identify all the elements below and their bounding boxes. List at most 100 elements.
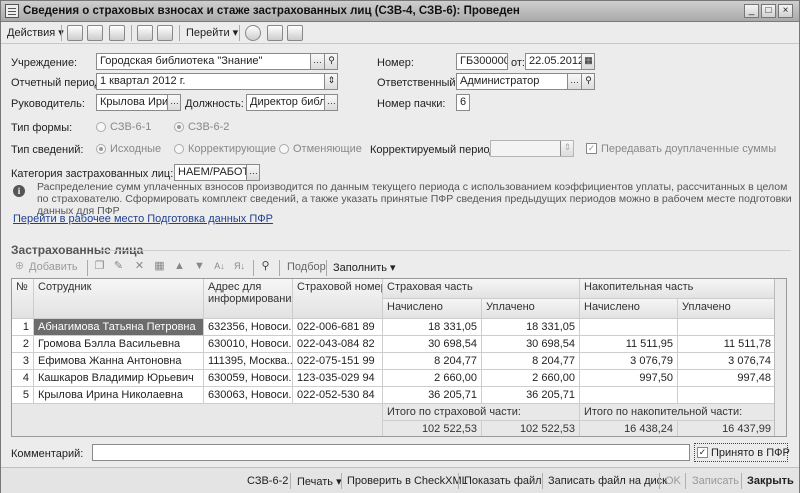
category-value: НАЕМ/РАБОТІ bbox=[178, 166, 253, 178]
row-sav-paid: 997,48 bbox=[678, 370, 776, 387]
toolbar-separator bbox=[326, 260, 327, 276]
ellipsis-icon[interactable]: … bbox=[310, 54, 324, 69]
calendar-icon[interactable]: ▦ bbox=[581, 54, 594, 69]
post-icon[interactable] bbox=[137, 25, 153, 41]
info-type-radio-3[interactable] bbox=[279, 144, 289, 154]
pack-field[interactable]: 6 bbox=[456, 94, 470, 111]
row-sav-paid: 3 076,74 bbox=[678, 353, 776, 370]
maximize-button[interactable]: □ bbox=[761, 4, 776, 18]
sort-asc-icon[interactable]: A↓ bbox=[213, 260, 226, 273]
head-label: Руководитель: bbox=[11, 98, 85, 110]
check-xml-button[interactable]: Проверить в CheckXML bbox=[347, 475, 468, 487]
row-address: 630010, Новоси... bbox=[204, 336, 293, 353]
select-icon[interactable]: ⚲ bbox=[259, 260, 272, 273]
edit-icon[interactable]: ✎ bbox=[112, 260, 125, 273]
ellipsis-icon[interactable]: … bbox=[324, 95, 337, 110]
close-button[interactable]: Закрыть bbox=[747, 475, 794, 487]
ok-button[interactable]: OK bbox=[665, 475, 681, 487]
close-window-button[interactable]: × bbox=[778, 4, 793, 18]
ellipsis-icon[interactable]: … bbox=[167, 95, 180, 110]
col-ins-accrued-header[interactable]: Начислено bbox=[383, 299, 482, 319]
row-ins-paid: 30 698,54 bbox=[482, 336, 580, 353]
save-close-icon[interactable] bbox=[67, 25, 83, 41]
period-field[interactable]: 1 квартал 2012 г. ⇕ bbox=[96, 73, 338, 90]
row-insurance-number: 022-043-084 82 bbox=[293, 336, 383, 353]
form-type-radio-2[interactable] bbox=[174, 122, 184, 132]
row-no: 1 bbox=[12, 319, 34, 336]
bottom-bar: СЗВ-6-2 Печать ▾ Проверить в CheckXML По… bbox=[1, 467, 799, 493]
col-ins-paid-header[interactable]: Уплачено bbox=[482, 299, 580, 319]
col-sav-accrued-header[interactable]: Начислено bbox=[580, 299, 678, 319]
table-icon[interactable]: ▦ bbox=[153, 260, 166, 273]
list-icon[interactable] bbox=[287, 25, 303, 41]
institution-field[interactable]: Городская библиотека "Знание" … ⚲ bbox=[96, 53, 338, 70]
form-type-radio-1[interactable] bbox=[96, 122, 106, 132]
row-no: 3 bbox=[12, 353, 34, 370]
section-divider bbox=[101, 250, 791, 251]
category-field[interactable]: НАЕМ/РАБОТІ … bbox=[174, 164, 260, 181]
col-insurance-number-header[interactable]: Страховой номер bbox=[293, 279, 383, 319]
category-label: Категория застрахованных лиц: bbox=[11, 168, 174, 180]
show-file-button[interactable]: Показать файл bbox=[464, 475, 542, 487]
fill-menu[interactable]: Заполнить ▾ bbox=[333, 261, 396, 274]
write-file-button[interactable]: Записать файл на диск bbox=[548, 475, 667, 487]
col-insurance-part-header[interactable]: Страховая часть bbox=[383, 279, 580, 299]
row-no: 5 bbox=[12, 387, 34, 404]
number-field[interactable]: ГБ300000 bbox=[456, 53, 508, 70]
sav-totals-label: Итого по накопительной части: bbox=[580, 404, 776, 421]
number-label: Номер: bbox=[377, 57, 414, 69]
save-icon[interactable] bbox=[87, 25, 103, 41]
totals-spacer bbox=[12, 404, 383, 436]
workplace-link[interactable]: Перейти в рабочее место Подготовка данны… bbox=[13, 213, 273, 225]
spin-icon[interactable]: ⇕ bbox=[560, 141, 573, 156]
minimize-button[interactable]: _ bbox=[744, 4, 759, 18]
corr-period-label: Корректируемый период: bbox=[370, 144, 499, 156]
table-toolbar: ⊕ Добавить ❐ ✎ ✕ ▦ ▲ ▼ A↓ Я↓ ⚲ Подбор За… bbox=[11, 257, 791, 277]
comment-field[interactable] bbox=[92, 444, 690, 461]
period-label: Отчетный период: bbox=[11, 77, 104, 89]
add-button[interactable]: Добавить bbox=[29, 261, 78, 273]
col-address-header[interactable]: Адрес для информирования bbox=[204, 279, 293, 319]
table-scrollbar[interactable] bbox=[774, 279, 786, 436]
row-employee: Кашкаров Владимир Юрьевич bbox=[34, 370, 204, 387]
info-type-radio-2[interactable] bbox=[174, 144, 184, 154]
extra-sums-checkbox[interactable]: ✓ bbox=[586, 143, 597, 154]
delete-icon[interactable]: ✕ bbox=[133, 260, 146, 273]
row-sav-accrued: 11 511,95 bbox=[580, 336, 678, 353]
add-icon[interactable]: ⊕ bbox=[13, 260, 26, 273]
col-savings-part-header[interactable]: Накопительная часть bbox=[580, 279, 776, 299]
search-icon[interactable]: ⚲ bbox=[581, 74, 594, 89]
help-icon[interactable] bbox=[245, 25, 261, 41]
select-button[interactable]: Подбор bbox=[287, 261, 326, 273]
corr-period-field[interactable]: ⇕ bbox=[490, 140, 574, 157]
move-down-icon[interactable]: ▼ bbox=[193, 260, 206, 273]
insured-persons-table: № Сотрудник Адрес для информирования Стр… bbox=[11, 278, 787, 437]
print-menu[interactable]: Печать ▾ bbox=[297, 475, 342, 488]
col-employee-header[interactable]: Сотрудник bbox=[34, 279, 204, 319]
actions-menu[interactable]: Действия ▾ bbox=[7, 26, 64, 39]
info-type-radio-1[interactable] bbox=[96, 144, 106, 154]
responsible-field[interactable]: Администратор … ⚲ bbox=[456, 73, 595, 90]
spin-icon[interactable]: ⇕ bbox=[324, 74, 337, 89]
document-window: Сведения о страховых взносах и стаже зас… bbox=[0, 0, 800, 493]
head-value: Крылова Ирин bbox=[100, 96, 175, 108]
ellipsis-icon[interactable]: … bbox=[246, 165, 259, 180]
save-button[interactable]: Записать bbox=[692, 475, 739, 487]
date-field[interactable]: 22.05.2012 ▦ bbox=[525, 53, 595, 70]
copy-icon[interactable]: ❐ bbox=[93, 260, 106, 273]
form-name-button[interactable]: СЗВ-6-2 bbox=[247, 475, 288, 487]
ellipsis-icon[interactable]: … bbox=[567, 74, 581, 89]
head-field[interactable]: Крылова Ирин … bbox=[96, 94, 181, 111]
position-field[interactable]: Директор библи … bbox=[246, 94, 338, 111]
unpost-icon[interactable] bbox=[157, 25, 173, 41]
institution-label: Учреждение: bbox=[11, 57, 78, 69]
structure-icon[interactable] bbox=[267, 25, 283, 41]
move-up-icon[interactable]: ▲ bbox=[173, 260, 186, 273]
sort-desc-icon[interactable]: Я↓ bbox=[233, 260, 246, 273]
col-sav-paid-header[interactable]: Уплачено bbox=[678, 299, 776, 319]
refresh-icon[interactable] bbox=[109, 25, 125, 41]
goto-menu[interactable]: Перейти ▾ bbox=[186, 26, 238, 39]
search-icon[interactable]: ⚲ bbox=[324, 54, 337, 69]
col-no-header[interactable]: № bbox=[12, 279, 34, 319]
accepted-checkbox[interactable]: ✓ bbox=[697, 447, 708, 458]
